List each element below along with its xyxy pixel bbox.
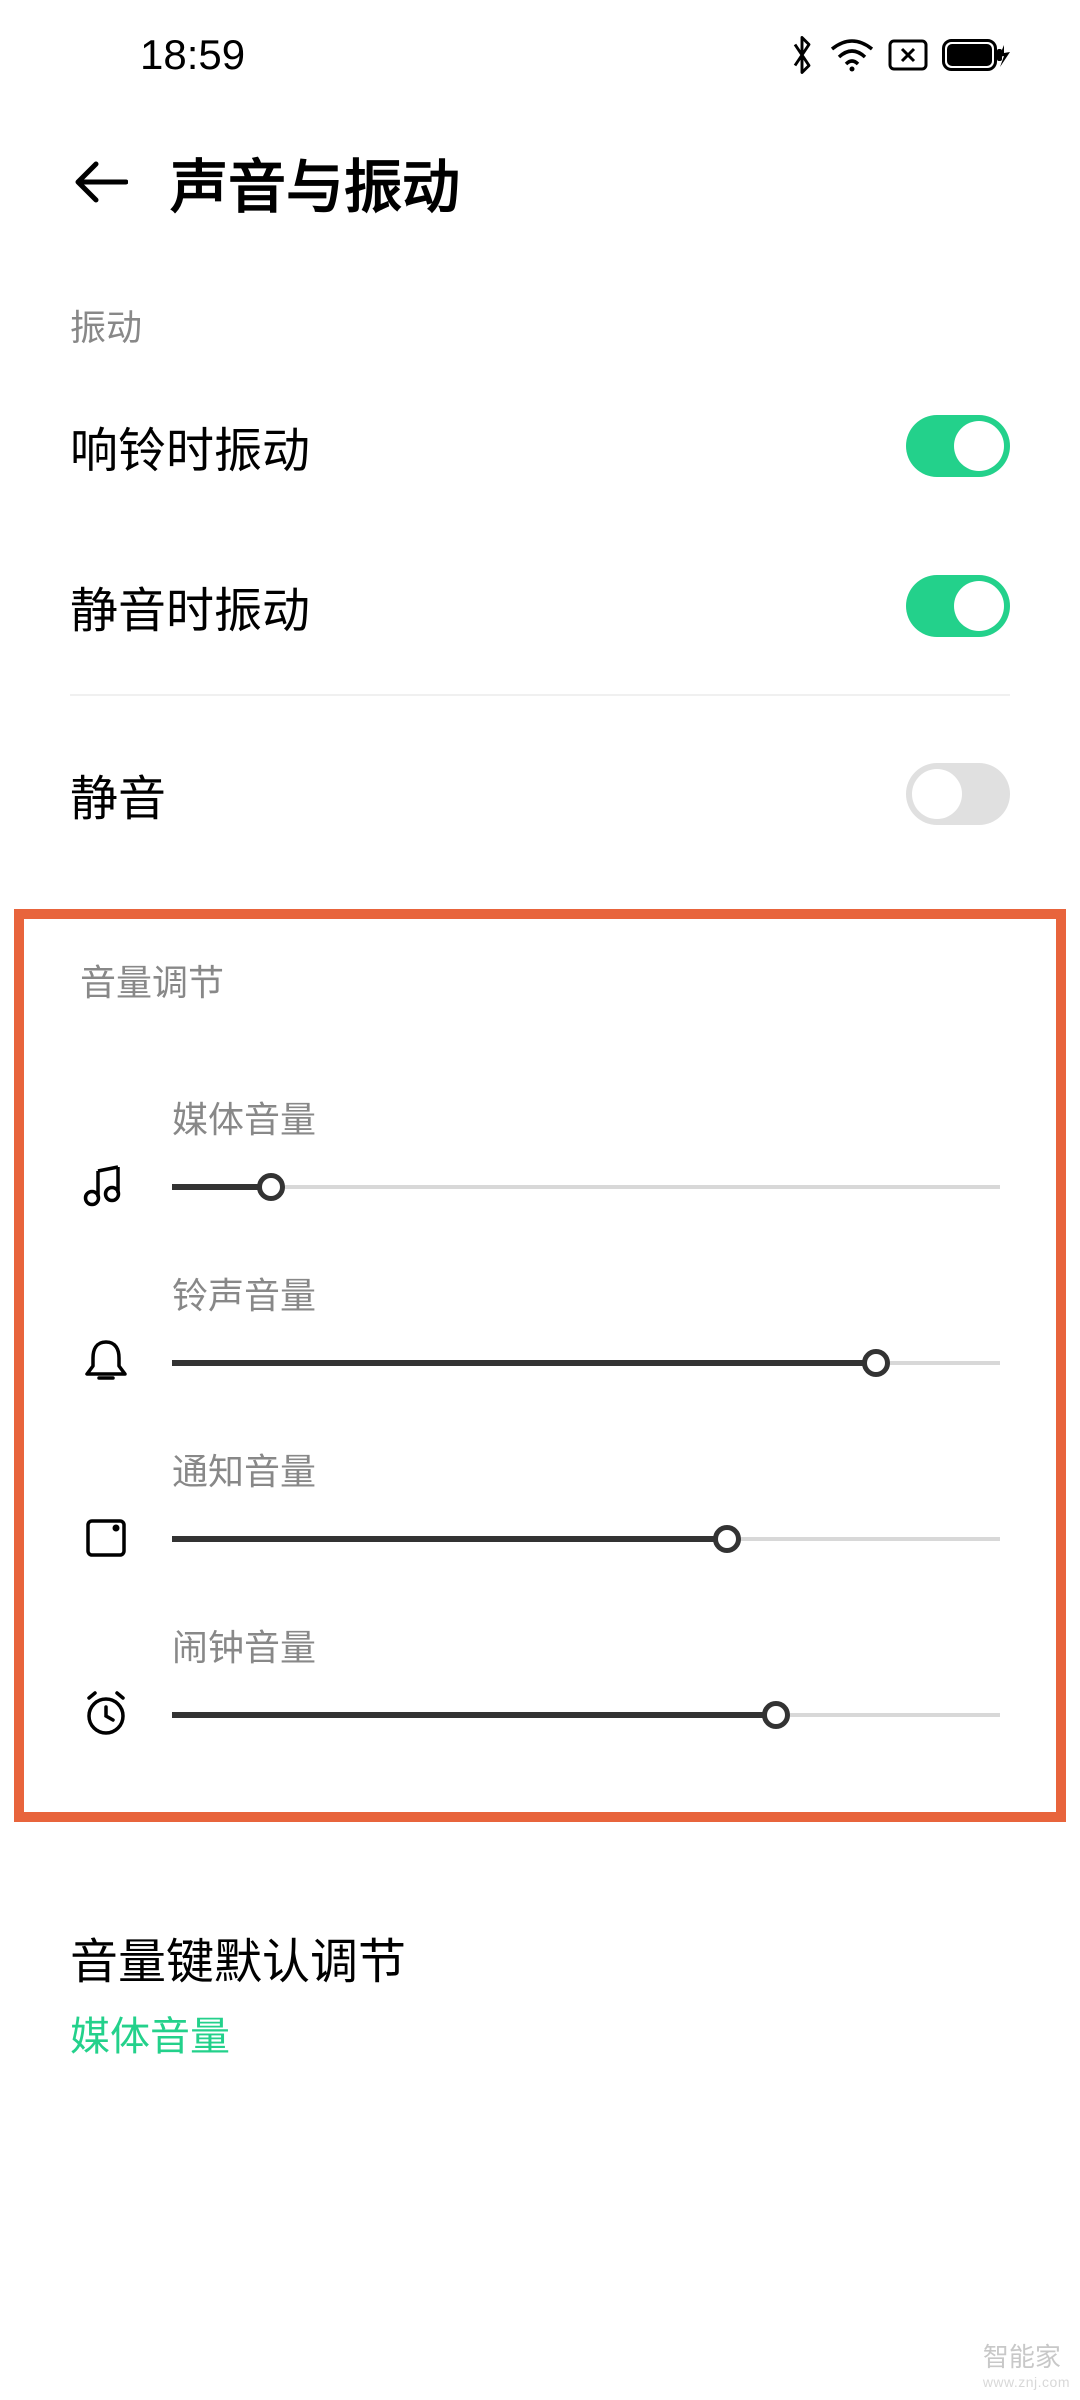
watermark-sub: www.znj.com (983, 2374, 1070, 2390)
ringtone-volume-row: 铃声音量 (80, 1267, 1000, 1375)
arrow-left-icon (72, 160, 128, 204)
alarm-volume-label: 闹钟音量 (172, 1619, 1000, 1671)
volume-section-header: 音量调节 (24, 919, 1056, 1021)
toggle-thumb (954, 421, 1004, 471)
ringtone-volume-label: 铃声音量 (172, 1267, 1000, 1319)
vibrate-on-ring-label: 响铃时振动 (70, 411, 310, 481)
notification-icon (80, 1511, 132, 1563)
alarm-volume-slider[interactable] (172, 1703, 1000, 1727)
mute-row[interactable]: 静音 (0, 704, 1080, 884)
watermark-main: 智能家 (983, 2337, 1070, 2374)
toggle-thumb (912, 769, 962, 819)
notification-volume-content: 通知音量 (172, 1443, 1000, 1551)
media-volume-slider[interactable] (172, 1175, 1000, 1199)
ringtone-volume-content: 铃声音量 (172, 1267, 1000, 1375)
media-volume-row: 媒体音量 (80, 1091, 1000, 1199)
header: 声音与振动 (0, 110, 1080, 274)
back-button[interactable] (70, 152, 130, 212)
page-title: 声音与振动 (170, 140, 460, 224)
mute-label: 静音 (70, 759, 166, 829)
ringtone-volume-slider[interactable] (172, 1351, 1000, 1375)
volume-key-label: 音量键默认调节 (70, 1922, 1010, 1992)
notification-volume-label: 通知音量 (172, 1443, 1000, 1495)
media-volume-content: 媒体音量 (172, 1091, 1000, 1199)
mute-toggle[interactable] (906, 763, 1010, 825)
volume-sliders: 媒体音量 铃声音量 (24, 1021, 1056, 1752)
alarm-volume-row: 闹钟音量 (80, 1619, 1000, 1727)
volume-key-value: 媒体音量 (70, 2004, 1010, 2062)
media-volume-label: 媒体音量 (172, 1091, 1000, 1143)
vibrate-on-ring-toggle[interactable] (906, 415, 1010, 477)
volume-key-setting[interactable]: 音量键默认调节 媒体音量 (0, 1822, 1080, 2102)
card-icon (888, 39, 928, 71)
notification-volume-slider[interactable] (172, 1527, 1000, 1551)
wifi-icon (830, 37, 874, 73)
divider (70, 694, 1010, 696)
bell-icon (80, 1335, 132, 1387)
vibrate-on-silent-toggle[interactable] (906, 575, 1010, 637)
status-bar: 18:59 (0, 0, 1080, 110)
notification-volume-row: 通知音量 (80, 1443, 1000, 1551)
alarm-volume-content: 闹钟音量 (172, 1619, 1000, 1727)
battery-icon (942, 39, 1010, 71)
music-icon (80, 1159, 132, 1211)
watermark: 智能家 www.znj.com (983, 2337, 1070, 2390)
toggle-thumb (954, 581, 1004, 631)
status-time: 18:59 (140, 31, 245, 79)
bluetooth-icon (788, 34, 816, 76)
status-icons (788, 34, 1010, 76)
vibrate-on-silent-label: 静音时振动 (70, 571, 310, 641)
vibrate-on-silent-row[interactable]: 静音时振动 (0, 526, 1080, 686)
alarm-icon (80, 1687, 132, 1739)
volume-highlight-box: 音量调节 媒体音量 铃声音量 (14, 909, 1066, 1822)
vibrate-on-ring-row[interactable]: 响铃时振动 (0, 366, 1080, 526)
vibration-section-header: 振动 (0, 274, 1080, 366)
